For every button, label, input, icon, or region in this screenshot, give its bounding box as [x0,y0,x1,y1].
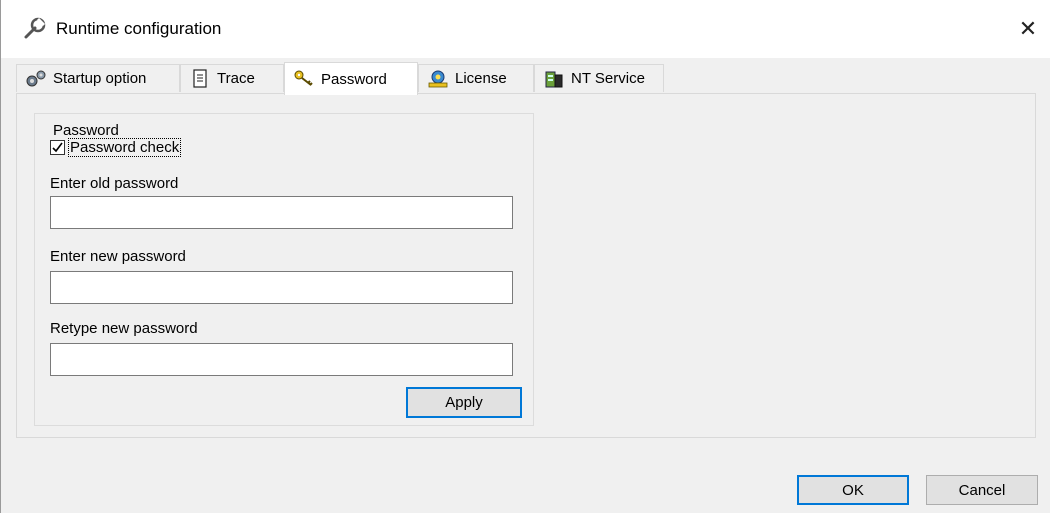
tab-label: License [455,70,507,87]
tab-trace[interactable]: Trace [180,64,284,92]
checkbox-label: Password check [68,138,182,157]
close-icon: ✕ [1018,16,1038,41]
ok-button-label: OK [842,481,864,499]
ok-button[interactable]: OK [797,475,909,505]
tab-password[interactable]: Password [284,62,418,95]
tab-label: Password [321,70,387,88]
new-password-label: Enter new password [50,248,186,265]
document-icon [189,68,211,89]
password-groupbox: Password Password check Enter old passwo… [34,113,534,426]
old-password-field[interactable] [50,196,513,229]
old-password-label: Enter old password [50,175,179,192]
license-icon [427,69,449,89]
tab-label: Trace [217,70,255,87]
dialog-window: Runtime configuration ✕ Startup option T… [0,0,1050,513]
keys-icon [293,69,315,89]
window-title: Runtime configuration [56,19,222,38]
tab-panel-password: Password Password check Enter old passwo… [16,93,1036,438]
password-check-checkbox[interactable]: Password check [50,138,182,157]
title-bar: Runtime configuration ✕ [1,0,1050,58]
checkbox-box[interactable] [50,140,65,155]
close-button[interactable]: ✕ [1005,0,1050,58]
apply-button[interactable]: Apply [406,387,522,418]
apply-button-label: Apply [445,394,483,411]
tab-license[interactable]: License [418,64,534,92]
cancel-button[interactable]: Cancel [926,475,1038,505]
tab-label: NT Service [571,70,645,87]
new-password-field[interactable] [50,271,513,304]
checkmark-icon [52,142,63,153]
retype-password-field[interactable] [50,343,513,376]
cancel-button-label: Cancel [958,481,1006,499]
wrench-icon [23,17,47,41]
tab-label: Startup option [53,70,147,87]
retype-password-label: Retype new password [50,320,198,337]
server-icon [543,69,565,89]
group-title: Password [50,122,122,139]
tab-startup-option[interactable]: Startup option [16,64,180,92]
tab-nt-service[interactable]: NT Service [534,64,664,92]
gears-icon [25,69,47,89]
